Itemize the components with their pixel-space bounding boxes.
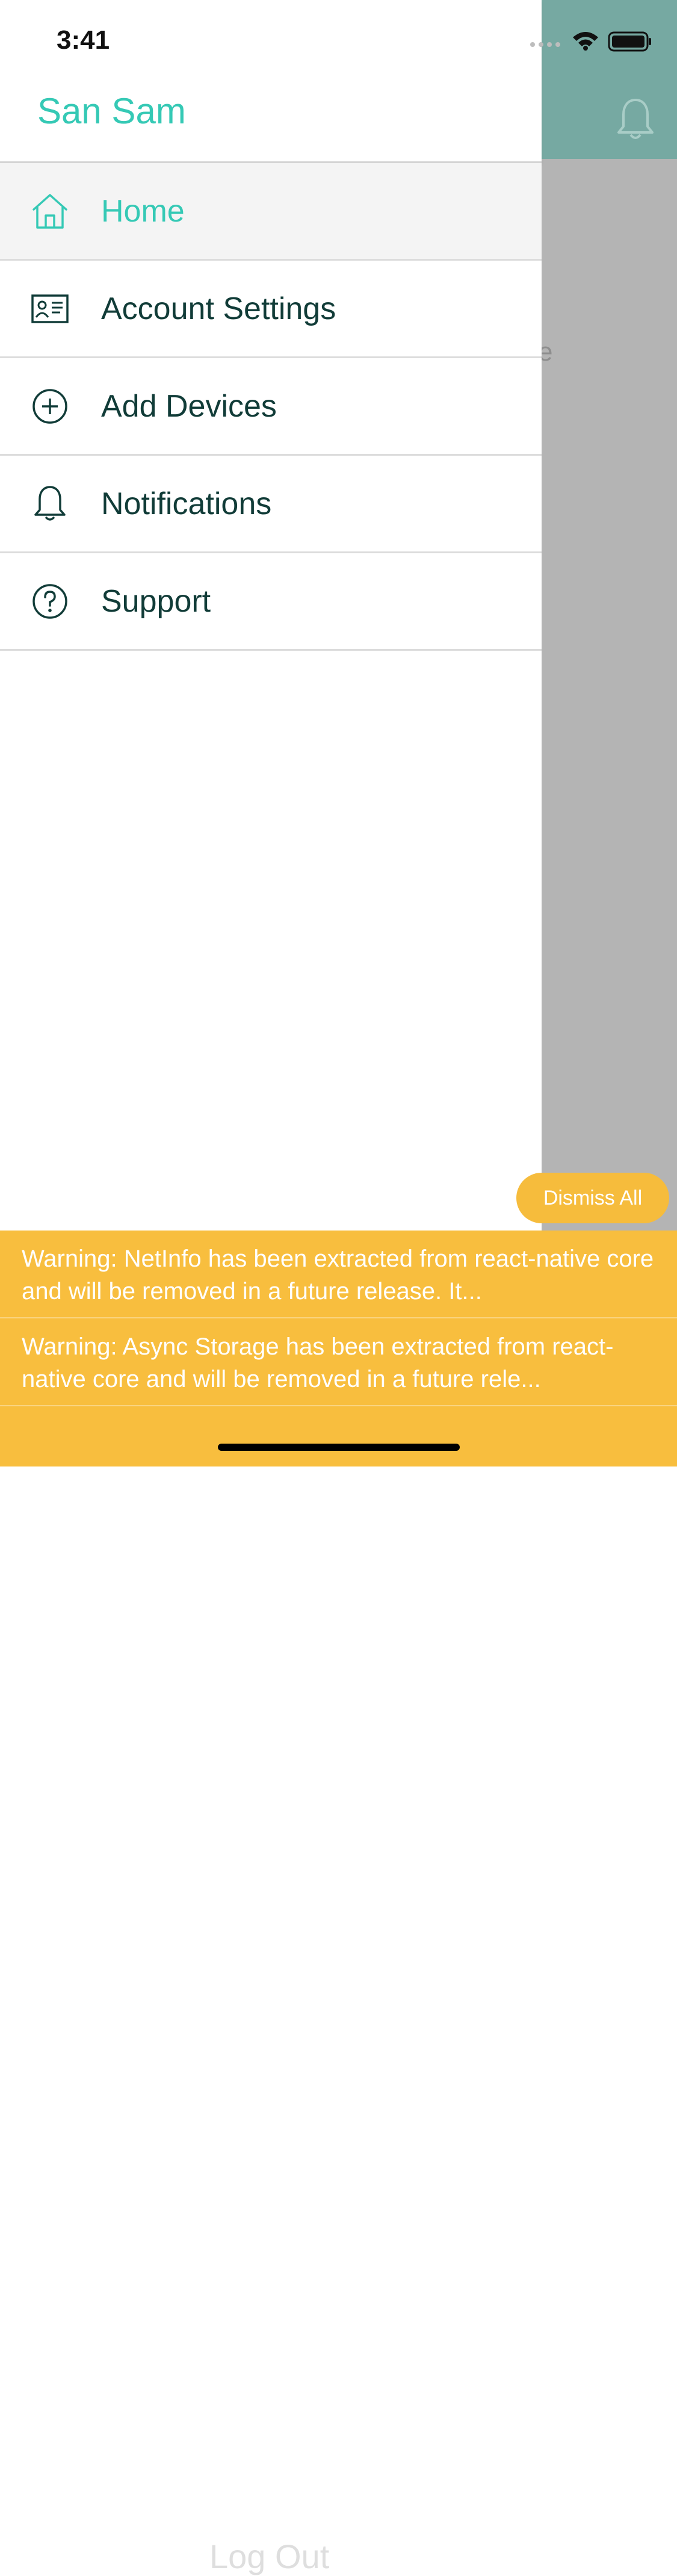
user-name: San Sam [37,91,186,131]
battery-icon [608,31,652,55]
logout-button[interactable]: Log Out [209,2537,329,2576]
menu-label-account-settings: Account Settings [101,291,336,326]
bell-icon [30,484,70,524]
home-indicator[interactable] [218,1444,460,1451]
drawer-menu: Home Account Settings Add Devices Notifi… [0,163,542,651]
cellular-signal-icon [530,40,563,47]
drawer-header: San Sam [0,0,542,163]
menu-label-home: Home [101,193,185,229]
menu-label-support: Support [101,583,211,619]
dismiss-all-button[interactable]: Dismiss All [516,1173,669,1223]
warning-item[interactable]: Warning: Async Storage has been extracte… [0,1318,677,1406]
warning-panel: Log Out Warning: NetInfo has been extrac… [0,1231,677,2575]
id-card-icon [30,289,70,329]
bell-icon[interactable] [616,96,655,142]
menu-item-add-devices[interactable]: Add Devices [0,358,542,456]
menu-item-home[interactable]: Home [0,163,542,261]
warning-text: Warning: Async Storage has been extracte… [22,1333,614,1392]
question-circle-icon [30,582,70,621]
status-time: 3:41 [57,25,110,55]
menu-label-add-devices: Add Devices [101,388,277,424]
menu-label-notifications: Notifications [101,486,272,521]
warning-text: Warning: NetInfo has been extracted from… [22,1246,654,1305]
wifi-icon [572,30,599,54]
menu-item-notifications[interactable]: Notifications [0,456,542,553]
menu-item-account-settings[interactable]: Account Settings [0,261,542,358]
plus-circle-icon [30,386,70,426]
warning-item[interactable]: Warning: NetInfo has been extracted from… [0,1231,677,1318]
home-icon [30,191,70,231]
menu-item-support[interactable]: Support [0,553,542,651]
